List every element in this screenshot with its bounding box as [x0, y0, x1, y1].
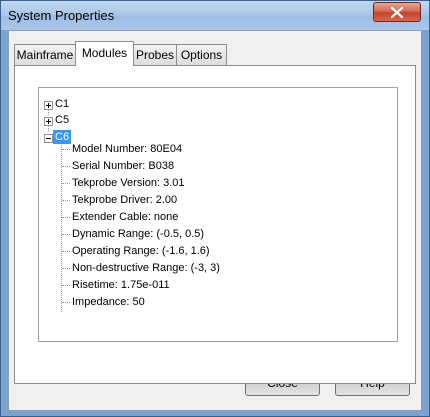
tree-connector — [62, 268, 70, 269]
modules-tab-panel: C1 C5 C6 Model Number: 80E04 Serial Numb… — [14, 65, 416, 384]
tree-connector — [62, 200, 70, 201]
close-icon — [391, 7, 403, 18]
tree-node-c5[interactable]: C5 — [55, 114, 69, 126]
tree-leaf-dynamic-range[interactable]: Dynamic Range: (-0.5, 0.5) — [72, 228, 204, 240]
tree-leaf-risetime[interactable]: Risetime: 1.75e-011 — [72, 279, 170, 291]
tree-connector — [61, 142, 62, 312]
tree-connector — [62, 302, 70, 303]
tree-connector — [62, 166, 70, 167]
tree-connector — [62, 285, 70, 286]
system-properties-window: System Properties Mainframe Modules Prob… — [0, 0, 430, 417]
tab-modules[interactable]: Modules — [75, 41, 134, 66]
tab-mainframe[interactable]: Mainframe — [14, 44, 76, 65]
window-close-button[interactable] — [373, 2, 421, 22]
tree-connector — [62, 251, 70, 252]
tree-leaf-model-number[interactable]: Model Number: 80E04 — [72, 143, 182, 155]
tree-leaf-extender-cable[interactable]: Extender Cable: none — [72, 211, 178, 223]
collapse-icon[interactable] — [44, 134, 53, 143]
tree-leaf-operating-range[interactable]: Operating Range: (-1.6, 1.6) — [72, 245, 210, 257]
tree-node-c1[interactable]: C1 — [55, 98, 69, 110]
tab-probes[interactable]: Probes — [133, 44, 177, 65]
tree-leaf-serial-number[interactable]: Serial Number: B038 — [72, 160, 174, 172]
tree-connector — [62, 183, 70, 184]
tree-node-c6[interactable]: C6 — [53, 130, 72, 144]
tree-connector — [62, 234, 70, 235]
window-title: System Properties — [8, 8, 115, 23]
dialog-client-area: Mainframe Modules Probes Options C1 C5 C… — [8, 30, 422, 411]
expand-icon[interactable] — [44, 101, 53, 110]
tree-connector — [62, 217, 70, 218]
tab-options[interactable]: Options — [176, 44, 227, 65]
title-bar[interactable]: System Properties — [1, 1, 429, 30]
expand-icon[interactable] — [44, 117, 53, 126]
tree-leaf-tekprobe-version[interactable]: Tekprobe Version: 3.01 — [72, 177, 185, 189]
tree-leaf-tekprobe-driver[interactable]: Tekprobe Driver: 2.00 — [72, 194, 177, 206]
module-tree[interactable]: C1 C5 C6 Model Number: 80E04 Serial Numb… — [38, 87, 398, 342]
tree-connector — [62, 149, 70, 150]
tree-leaf-non-destructive-range[interactable]: Non-destructive Range: (-3, 3) — [72, 262, 220, 274]
tree-leaf-impedance[interactable]: Impedance: 50 — [72, 296, 145, 308]
